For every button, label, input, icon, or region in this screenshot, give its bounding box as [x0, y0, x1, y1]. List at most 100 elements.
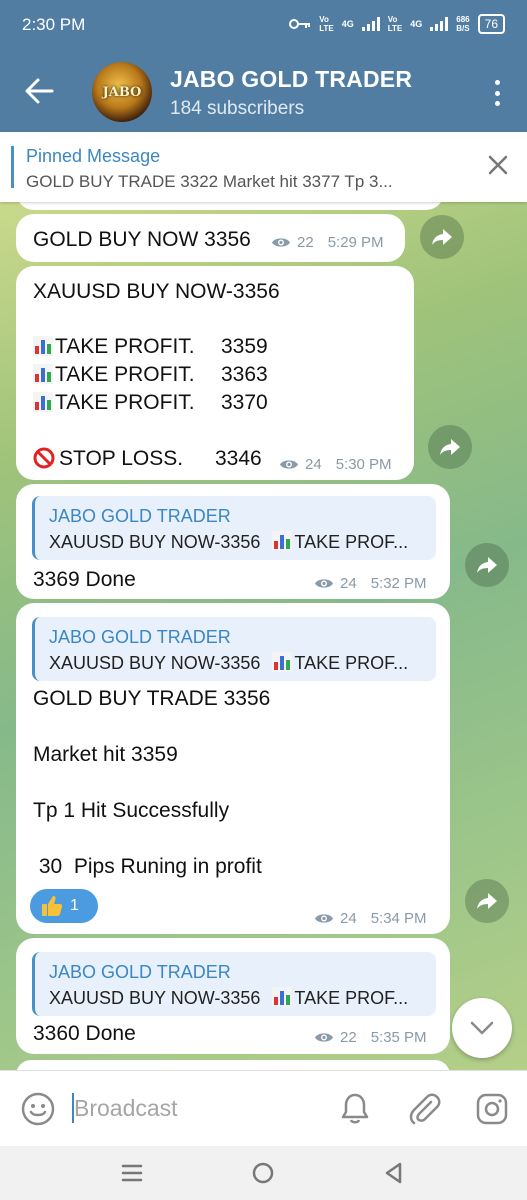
reply-text: XAUUSD BUY NOW-3356 TAKE PROF...	[49, 987, 408, 1009]
views-icon	[315, 1033, 333, 1042]
more-menu-icon[interactable]	[493, 80, 501, 106]
net-speed: 686 B/S	[456, 15, 469, 33]
chart-icon	[33, 392, 53, 412]
message-text: Market hit 3359	[33, 743, 178, 766]
chart-icon	[272, 987, 293, 1007]
share-arrow-icon	[477, 893, 497, 909]
views-count: 24	[305, 456, 322, 473]
channel-avatar[interactable]: JABO	[92, 62, 152, 122]
scroll-down-button[interactable]	[452, 998, 512, 1058]
signal-icon	[430, 17, 449, 31]
reply-text-main: XAUUSD BUY NOW-3356	[49, 532, 261, 552]
take-profit-line: TAKE PROFIT. 3359	[33, 335, 268, 359]
composer-bar: Broadcast	[0, 1070, 527, 1146]
stop-loss-line: STOP LOSS. 3346	[33, 447, 262, 471]
prohibited-icon	[33, 447, 55, 469]
reply-text: XAUUSD BUY NOW-3356 TAKE PROF...	[49, 652, 408, 674]
forward-button[interactable]	[428, 425, 472, 469]
pinned-text: GOLD BUY TRADE 3322 Market hit 3377 Tp 3…	[26, 172, 393, 191]
attach-icon[interactable]	[406, 1091, 442, 1127]
message-bubble[interactable]: JABO GOLD TRADER XAUUSD BUY NOW-3356 TAKE…	[16, 938, 450, 1054]
reaction-chip[interactable]: 1	[30, 889, 98, 923]
emoji-icon[interactable]	[20, 1091, 56, 1127]
forward-button[interactable]	[465, 879, 509, 923]
message-bubble[interactable]: JABO GOLD TRADER XAUUSD BUY NOW-3356 TAKE…	[16, 603, 450, 934]
take-profit-line: TAKE PROFIT. 3363	[33, 363, 268, 387]
sim1-label: Vo LTE	[319, 15, 334, 33]
tp-label: TAKE PROFIT.	[55, 335, 195, 358]
back-icon[interactable]	[381, 1160, 407, 1186]
reply-text: XAUUSD BUY NOW-3356 TAKE PROF...	[49, 531, 408, 553]
sim1-bottom: LTE	[319, 24, 334, 33]
reply-text-tail: TAKE PROF...	[294, 653, 409, 673]
pinned-message-bar[interactable]: Pinned Message GOLD BUY TRADE 3322 Marke…	[0, 132, 527, 202]
reply-preview[interactable]: JABO GOLD TRADER XAUUSD BUY NOW-3356 TAKE…	[32, 617, 436, 681]
message-bubble[interactable]: JABO GOLD TRADER XAUUSD BUY NOW-3356 TAKE…	[16, 484, 450, 599]
subscriber-count: 184 subscribers	[170, 98, 305, 119]
key-icon	[289, 19, 311, 29]
views-icon	[315, 914, 333, 923]
views-count: 24	[340, 910, 357, 927]
status-bar: 2:30 PM Vo LTE 4G Vo LTE 4G 686 B/S 76	[0, 0, 527, 52]
thumbs-up-icon	[42, 896, 63, 916]
reaction-count: 1	[70, 897, 79, 914]
views-icon	[280, 460, 298, 469]
message-meta: 24 5:32 PM	[314, 575, 427, 592]
signal-icon	[361, 17, 380, 31]
chart-icon	[33, 364, 53, 384]
chat-header: JABO JABO GOLD TRADER 184 subscribers	[0, 52, 527, 132]
tp-label: TAKE PROFIT.	[55, 363, 195, 386]
system-nav-bar	[0, 1146, 527, 1200]
chart-icon	[33, 336, 53, 356]
battery-icon: 76	[477, 14, 505, 34]
sim1-net: 4G	[341, 19, 354, 29]
reply-text-main: XAUUSD BUY NOW-3356	[49, 653, 261, 673]
sl-value: 3346	[215, 447, 262, 470]
reply-author: JABO GOLD TRADER	[49, 627, 231, 647]
back-arrow-icon[interactable]	[22, 74, 56, 108]
share-arrow-icon	[440, 439, 460, 455]
pinned-indicator	[11, 146, 14, 188]
message-time: 5:29 PM	[327, 234, 384, 251]
message-bubble[interactable]: GOLD BUY NOW 3356 22 5:29 PM	[16, 214, 405, 262]
tp-value: 3370	[221, 391, 268, 414]
views-count: 22	[297, 234, 314, 251]
message-list[interactable]: GOLD BUY NOW 3356 22 5:29 PM XAUUSD BUY …	[0, 202, 527, 1070]
message-meta: 24 5:30 PM	[279, 456, 392, 473]
message-text: 3369 Done	[33, 568, 136, 591]
message-text: XAUUSD BUY NOW-3356	[33, 280, 280, 303]
sim2-bottom: LTE	[387, 24, 403, 33]
tp-label: TAKE PROFIT.	[55, 391, 195, 414]
views-count: 22	[340, 1029, 357, 1046]
forward-button[interactable]	[420, 215, 464, 259]
sim1-top: Vo	[319, 15, 329, 24]
message-bubble[interactable]: XAUUSD BUY NOW-3356 TAKE PROFIT. 3359 TAK…	[16, 266, 414, 480]
status-icons: Vo LTE 4G Vo LTE 4G 686 B/S 76	[289, 14, 505, 34]
bell-icon[interactable]	[337, 1091, 373, 1127]
message-time: 5:32 PM	[370, 575, 427, 592]
reply-preview[interactable]: JABO GOLD TRADER XAUUSD BUY NOW-3356 TAKE…	[32, 952, 436, 1016]
recents-icon[interactable]	[119, 1160, 145, 1186]
close-icon[interactable]	[487, 154, 509, 176]
share-arrow-icon	[477, 557, 497, 573]
message-time: 5:30 PM	[335, 456, 392, 473]
chart-icon	[272, 652, 293, 672]
reply-preview[interactable]: JABO GOLD TRADER XAUUSD BUY NOW-3356 TAKE…	[32, 496, 436, 560]
pinned-title: Pinned Message	[26, 146, 161, 166]
previous-message-bubble	[16, 202, 444, 210]
status-time: 2:30 PM	[22, 15, 86, 34]
home-icon[interactable]	[250, 1160, 276, 1186]
message-input[interactable]: Broadcast	[74, 1095, 178, 1122]
message-meta: 22 5:29 PM	[271, 234, 384, 251]
chevron-down-icon	[470, 1021, 494, 1035]
forward-button[interactable]	[465, 543, 509, 587]
sim2-top: Vo	[387, 15, 398, 24]
views-icon	[315, 579, 333, 588]
next-message-bubble	[16, 1060, 450, 1070]
message-text: 3360 Done	[33, 1022, 136, 1045]
reply-text-tail: TAKE PROF...	[294, 988, 409, 1008]
camera-icon[interactable]	[474, 1091, 510, 1127]
message-text: GOLD BUY TRADE 3356	[33, 687, 271, 710]
message-text: 30 Pips Runing in profit	[33, 855, 262, 878]
channel-title[interactable]: JABO GOLD TRADER	[170, 66, 412, 93]
